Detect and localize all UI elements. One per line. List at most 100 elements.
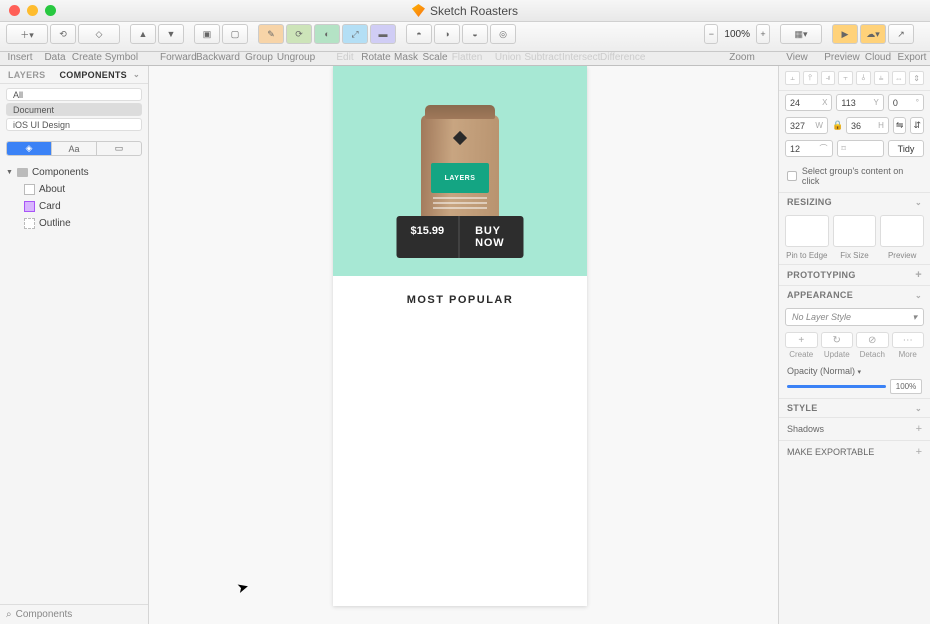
width-field[interactable]: 327W xyxy=(785,117,828,134)
filter-ios[interactable]: iOS UI Design xyxy=(6,118,142,131)
tree-item-outline[interactable]: Outline xyxy=(0,215,148,232)
logo-diamond-icon xyxy=(453,131,467,145)
group-button[interactable]: ▣ xyxy=(194,24,220,44)
left-sidebar: LAYERS COMPONENTS ⌄ All Document iOS UI … xyxy=(0,66,149,624)
tab-layers[interactable]: LAYERS xyxy=(8,70,45,80)
component-type-segment[interactable]: ◈ Aa ▭ xyxy=(6,141,142,156)
cloud-button[interactable]: ☁▾ xyxy=(860,24,886,44)
data-button[interactable]: ⟲ xyxy=(50,24,76,44)
subtract-button[interactable]: ◑ xyxy=(434,24,460,44)
layer-icon xyxy=(24,184,35,195)
fix-size-control[interactable] xyxy=(833,215,877,247)
align-right-icon[interactable]: ⫣ xyxy=(821,71,836,85)
tree-item-card[interactable]: Card xyxy=(0,198,148,215)
zoom-window-icon[interactable] xyxy=(45,5,56,16)
disclosure-triangle-icon[interactable]: ▼ xyxy=(6,169,13,176)
preview-button[interactable]: ▶ xyxy=(832,24,858,44)
chevron-down-icon[interactable]: ⌄ xyxy=(133,70,140,79)
close-window-icon[interactable] xyxy=(9,5,20,16)
canvas[interactable]: LAYERS $15.99 BUY NOW MOST POPULAR ➤ xyxy=(149,66,778,624)
align-hcenter-icon[interactable]: ⫯ xyxy=(803,71,818,85)
style-section[interactable]: STYLE⌄ xyxy=(779,398,930,417)
tree-group-components[interactable]: ▼ Components xyxy=(0,164,148,181)
layer-style-select[interactable]: No Layer Style▾ xyxy=(785,308,924,326)
coffee-bag: LAYERS xyxy=(421,115,499,227)
buy-now-button[interactable]: BUY NOW xyxy=(459,216,523,258)
edit-button[interactable]: ✎ xyxy=(258,24,284,44)
union-button[interactable]: ◓ xyxy=(406,24,432,44)
toolbar: ＋▾ ⟲ ◇ ▲ ▼ ▣ ▢ ✎ ⟳ ◐ ⤢ ▬ ◓ ◑ ◒ ◎ − 100% … xyxy=(0,22,930,52)
flip-h-icon[interactable]: ⇋ xyxy=(893,117,907,134)
sketch-app-icon xyxy=(412,4,425,17)
make-exportable-row[interactable]: MAKE EXPORTABLE+ xyxy=(779,440,930,463)
intersect-button[interactable]: ◒ xyxy=(462,24,488,44)
align-top-icon[interactable]: ⫟ xyxy=(838,71,853,85)
rotate-button[interactable]: ⟳ xyxy=(286,24,312,44)
height-field[interactable]: 36H xyxy=(846,117,889,134)
traffic-lights[interactable] xyxy=(9,5,56,16)
style-more-button[interactable]: ⋯ xyxy=(892,332,925,348)
filter-all[interactable]: All xyxy=(6,88,142,101)
distribute-v-icon[interactable]: ⇕ xyxy=(909,71,924,85)
filter-document[interactable]: Document xyxy=(6,103,142,116)
folder-icon xyxy=(17,168,28,177)
forward-button[interactable]: ▲ xyxy=(130,24,156,44)
inspector: ⫠ ⫯ ⫣ ⫟ ⫰ ⫨ ⇔ ⇕ 24X 113Y 0° 327W 🔒 36H ⇋… xyxy=(778,66,930,624)
align-vcenter-icon[interactable]: ⫰ xyxy=(856,71,871,85)
radius-field[interactable]: 12⌒ xyxy=(785,140,833,157)
seg-layer-styles[interactable]: ▭ xyxy=(97,142,141,155)
radius-each-field[interactable]: ⌑ xyxy=(837,140,885,157)
appearance-section[interactable]: APPEARANCE⌄ xyxy=(779,285,930,304)
flatten-button[interactable]: ▬ xyxy=(370,24,396,44)
x-field[interactable]: 24X xyxy=(785,94,832,111)
style-detach-button[interactable]: ⊘ xyxy=(856,332,889,348)
style-update-button[interactable]: ↻ xyxy=(821,332,854,348)
zoom-level[interactable]: 100% xyxy=(720,29,754,40)
toolbar-labels: Insert Data Create Symbol Forward Backwa… xyxy=(0,52,930,66)
symbol-icon xyxy=(24,201,35,212)
angle-field[interactable]: 0° xyxy=(888,94,924,111)
sidebar-search[interactable]: ⌕ Components xyxy=(0,604,148,624)
style-create-button[interactable]: + xyxy=(785,332,818,348)
mask-button[interactable]: ◐ xyxy=(314,24,340,44)
zoom-in-button[interactable]: + xyxy=(756,24,770,44)
opacity-slider[interactable] xyxy=(787,385,886,388)
export-button[interactable]: ↗ xyxy=(888,24,914,44)
shadows-row[interactable]: Shadows+ xyxy=(779,417,930,440)
prototyping-section[interactable]: PROTOTYPING+ xyxy=(779,264,930,285)
opacity-value[interactable]: 100% xyxy=(890,379,922,394)
align-bottom-icon[interactable]: ⫨ xyxy=(874,71,889,85)
minimize-window-icon[interactable] xyxy=(27,5,38,16)
titlebar: Sketch Roasters xyxy=(0,0,930,22)
resizing-section[interactable]: RESIZING⌄ xyxy=(779,192,930,211)
view-button[interactable]: ▦▾ xyxy=(780,24,822,44)
lock-aspect-icon[interactable]: 🔒 xyxy=(832,120,842,131)
distribute-h-icon[interactable]: ⇔ xyxy=(892,71,907,85)
sidebar-tabs: LAYERS COMPONENTS ⌄ xyxy=(0,66,148,84)
alignment-controls[interactable]: ⫠ ⫯ ⫣ ⫟ ⫰ ⫨ ⇔ ⇕ xyxy=(779,66,930,91)
opacity-control[interactable]: Opacity (Normal) ▾ 100% xyxy=(779,362,930,398)
window-title: Sketch Roasters xyxy=(412,4,518,18)
y-field[interactable]: 113Y xyxy=(836,94,883,111)
insert-button[interactable]: ＋▾ xyxy=(6,24,48,44)
pin-to-edge-control[interactable] xyxy=(785,215,829,247)
checkbox-icon[interactable] xyxy=(787,171,797,181)
backward-button[interactable]: ▼ xyxy=(158,24,184,44)
align-left-icon[interactable]: ⫠ xyxy=(785,71,800,85)
tree-item-about[interactable]: About xyxy=(0,181,148,198)
difference-button[interactable]: ◎ xyxy=(490,24,516,44)
select-content-checkbox[interactable]: Select group's content on click xyxy=(779,160,930,192)
resize-preview xyxy=(880,215,924,247)
seg-text-styles[interactable]: Aa xyxy=(52,142,97,155)
ungroup-button[interactable]: ▢ xyxy=(222,24,248,44)
seg-symbols[interactable]: ◈ xyxy=(7,142,52,155)
flip-v-icon[interactable]: ⇵ xyxy=(910,117,924,134)
scale-button[interactable]: ⤢ xyxy=(342,24,368,44)
create-symbol-button[interactable]: ◇ xyxy=(78,24,120,44)
artboard[interactable]: LAYERS $15.99 BUY NOW MOST POPULAR xyxy=(333,66,587,606)
layer-tree: ▼ Components About Card Outline xyxy=(0,160,148,236)
zoom-out-button[interactable]: − xyxy=(704,24,718,44)
tidy-button[interactable]: Tidy xyxy=(888,140,924,157)
tab-components[interactable]: COMPONENTS xyxy=(59,70,127,80)
buy-bar: $15.99 BUY NOW xyxy=(397,216,524,258)
